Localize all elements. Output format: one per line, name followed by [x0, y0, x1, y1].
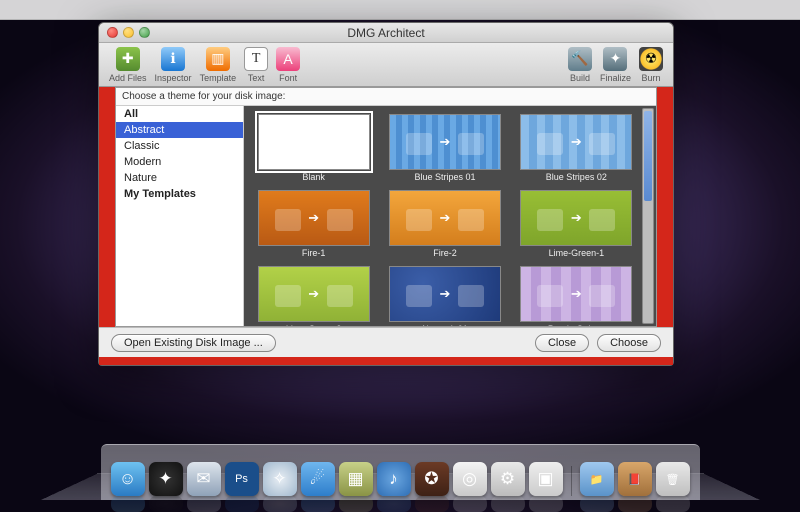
add-files-button[interactable]: ✚ Add Files [105, 47, 151, 83]
dock-itunes-icon[interactable]: ♪ [377, 462, 411, 496]
theme-fire-2[interactable]: ➔ Fire-2 [383, 190, 506, 258]
text-icon: T [244, 47, 268, 71]
toolbar-label: Font [279, 73, 297, 83]
font-icon: A [276, 47, 300, 71]
toolbar-label: Inspector [155, 73, 192, 83]
theme-label: Blue Stripes 01 [414, 172, 475, 182]
theme-gallery: Blank ➔ Blue Stripes 01 ➔ Blue Stripes 02 ➔ Fi… [244, 106, 656, 326]
theme-purple-stripes[interactable]: ➔ Purple-Stripes [515, 266, 638, 326]
dock-finder-icon[interactable]: ☺ [111, 462, 145, 496]
theme-blank[interactable]: Blank [252, 114, 375, 182]
theme-label: Lime-Green-1 [549, 248, 605, 258]
dock-dmg-architect-icon[interactable]: ▣ [529, 462, 563, 496]
window-content: Choose a theme for your disk image: AllA… [99, 87, 673, 365]
hammer-icon: 🔨 [568, 47, 592, 71]
titlebar[interactable]: DMG Architect [99, 23, 673, 43]
dock-dashboard-icon[interactable]: ✦ [149, 462, 183, 496]
theme-label: Lime-Green-2 [286, 324, 342, 326]
theme-thumbnail: ➔ [520, 190, 632, 246]
toolbar-label: Add Files [109, 73, 147, 83]
toolbar-label: Text [248, 73, 265, 83]
toolbar-label: Build [570, 73, 590, 83]
theme-label: Blank [302, 172, 325, 182]
theme-label: Fire-2 [433, 248, 457, 258]
dock: ☺✦✉Ps✧☄▦♪✪◎⚙▣ 📁📕🗑 [101, 444, 700, 500]
dock-trash-icon[interactable]: 🗑 [656, 462, 690, 496]
dock-ichat-icon[interactable]: ☄ [301, 462, 335, 496]
font-button[interactable]: A Font [272, 47, 304, 83]
radiation-icon: ☢ [639, 47, 663, 71]
theme-label: Fire-1 [302, 248, 326, 258]
theme-lime-green-2[interactable]: ➔ Lime-Green-2 [252, 266, 375, 326]
theme-chooser-prompt: Choose a theme for your disk image: [116, 88, 656, 106]
theme-label: Purple-Stripes [548, 324, 605, 326]
theme-label: Network 01 [422, 324, 468, 326]
finalize-button[interactable]: ✦ Finalize [596, 47, 635, 83]
dock-divider [571, 466, 572, 496]
close-button[interactable]: Close [535, 334, 589, 352]
theme-thumbnail: ➔ [389, 266, 501, 322]
dock-preview-icon[interactable]: ▦ [339, 462, 373, 496]
theme-lime-green-1[interactable]: ➔ Lime-Green-1 [515, 190, 638, 258]
dock-toast-icon[interactable]: ◎ [453, 462, 487, 496]
toolbar-label: Burn [641, 73, 660, 83]
dock-photoshop-icon[interactable]: Ps [225, 462, 259, 496]
inspector-button[interactable]: ℹ Inspector [151, 47, 196, 83]
theme-thumbnail: ➔ [258, 266, 370, 322]
open-existing-button[interactable]: Open Existing Disk Image ... [111, 334, 276, 352]
template-icon: ▥ [206, 47, 230, 71]
build-button[interactable]: 🔨 Build [564, 47, 596, 83]
dock-safari-icon[interactable]: ✧ [263, 462, 297, 496]
theme-thumbnail: ➔ [520, 114, 632, 170]
scrollbar-thumb[interactable] [644, 111, 652, 201]
theme-category-list: AllAbstractClassicModernNatureMy Templat… [116, 106, 244, 326]
theme-label: Blue Stripes 02 [546, 172, 607, 182]
theme-thumbnail [258, 114, 370, 170]
dock-documents-icon[interactable]: 📁 [580, 462, 614, 496]
toolbar-label: Template [200, 73, 237, 83]
category-nature[interactable]: Nature [116, 170, 243, 186]
app-window: DMG Architect ✚ Add Files ℹ Inspector ▥ Templ… [98, 22, 674, 366]
dock-mail-icon[interactable]: ✉ [187, 462, 221, 496]
template-button[interactable]: ▥ Template [196, 47, 241, 83]
theme-fire-1[interactable]: ➔ Fire-1 [252, 190, 375, 258]
toolbar-label: Finalize [600, 73, 631, 83]
theme-thumbnail: ➔ [389, 114, 501, 170]
theme-thumbnail: ➔ [258, 190, 370, 246]
gallery-scrollbar[interactable] [642, 108, 654, 324]
theme-thumbnail: ➔ [389, 190, 501, 246]
sheet-footer: Open Existing Disk Image ... Close Choos… [99, 327, 673, 357]
toolbar: ✚ Add Files ℹ Inspector ▥ Template T Text A Font 🔨… [99, 43, 673, 87]
menubar[interactable] [0, 0, 800, 20]
theme-blue-stripes-02[interactable]: ➔ Blue Stripes 02 [515, 114, 638, 182]
dock-game-icon[interactable]: ✪ [415, 462, 449, 496]
theme-chooser-panel: Choose a theme for your disk image: AllA… [115, 87, 657, 327]
info-icon: ℹ [161, 47, 185, 71]
theme-network-01[interactable]: ➔ Network 01 [383, 266, 506, 326]
category-abstract[interactable]: Abstract [116, 122, 243, 138]
choose-button[interactable]: Choose [597, 334, 661, 352]
dock-system-preferences-icon[interactable]: ⚙ [491, 462, 525, 496]
dock-address-book-icon[interactable]: 📕 [618, 462, 652, 496]
text-button[interactable]: T Text [240, 47, 272, 83]
category-my-templates[interactable]: My Templates [116, 186, 243, 202]
sparkle-icon: ✦ [603, 47, 627, 71]
theme-thumbnail: ➔ [520, 266, 632, 322]
category-all[interactable]: All [116, 106, 243, 122]
window-title: DMG Architect [99, 26, 673, 40]
burn-button[interactable]: ☢ Burn [635, 47, 667, 83]
plus-icon: ✚ [116, 47, 140, 71]
theme-blue-stripes-01[interactable]: ➔ Blue Stripes 01 [383, 114, 506, 182]
dock-region: ☺✦✉Ps✧☄▦♪✪◎⚙▣ 📁📕🗑 [0, 444, 800, 500]
category-modern[interactable]: Modern [116, 154, 243, 170]
category-classic[interactable]: Classic [116, 138, 243, 154]
